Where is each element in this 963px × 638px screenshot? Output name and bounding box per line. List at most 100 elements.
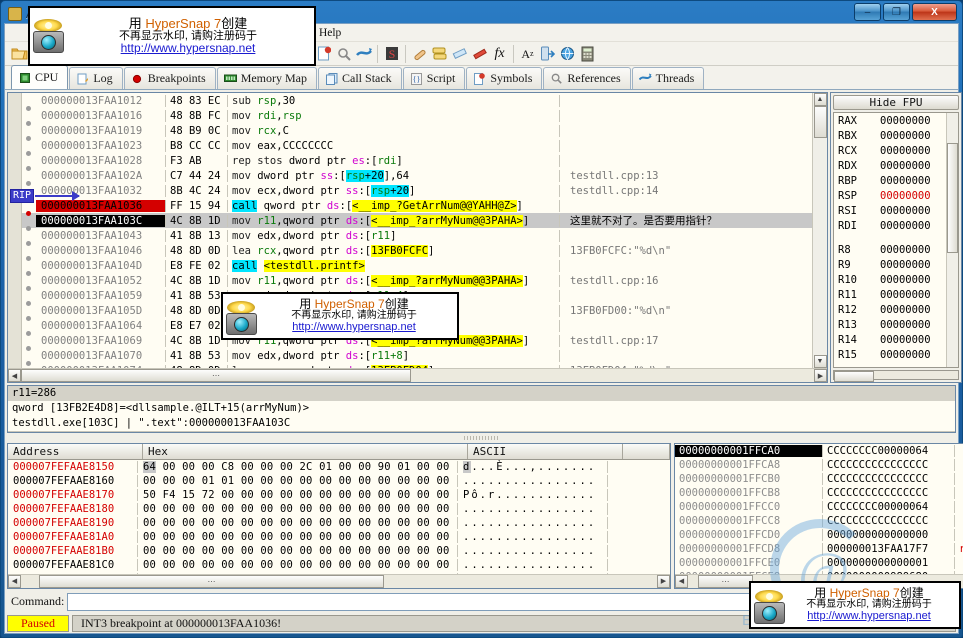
scroll-right-button[interactable]: ▶ [814,369,827,383]
register-row[interactable]: R14 00000000 [838,334,958,349]
stack-row[interactable]: 00000000001FFCB8 CCCCCCCCCCCCCCCC [675,486,963,500]
patch-icon[interactable] [410,44,429,63]
disassembly-row[interactable]: 000000013FAA1028 F3 AB rep stos dword ptr … [22,153,812,171]
dump-row[interactable]: 000007FEFAAE8160 00 00 00 01 01 00 00 00 … [8,474,670,488]
register-row[interactable]: RCX 00000000 [838,145,958,160]
register-row[interactable]: R15 00000000 [838,349,958,364]
scroll-left-button[interactable]: ◀ [675,574,688,588]
scroll-thumb[interactable] [813,106,827,139]
stack-row[interactable]: 00000000001FFCB0 CCCCCCCCCCCCCCCC [675,472,963,486]
stack-rows[interactable]: 00000000001FFCA0 CCCCCCCC00000064 00000000… [675,444,963,574]
registers-hscrollbar[interactable] [833,370,959,383]
bookmark-icon[interactable] [470,44,489,63]
register-row[interactable]: RDX 00000000 [838,160,958,175]
dump-row[interactable]: 000007FEFAAE81B0 00 00 00 00 00 00 00 00 … [8,544,670,558]
tab-memory-map[interactable]: Memory Map [216,67,318,90]
tab-log[interactable]: Log [69,67,123,90]
register-row[interactable]: R13 00000000 [838,319,958,334]
comment-icon[interactable] [430,44,449,63]
web-icon[interactable] [558,44,577,63]
references-icon[interactable] [334,44,353,63]
dump-row[interactable]: 000007FEFAAE81C0 00 00 00 00 00 00 00 00 … [8,558,670,572]
stack-row[interactable]: 00000000001FFCE80000000000989680 [675,570,963,574]
close-button[interactable]: X [912,3,957,21]
tab-references[interactable]: References [543,67,631,90]
dump-row[interactable]: 000007FEFAAE81A0 00 00 00 00 00 00 00 00 … [8,530,670,544]
register-row[interactable]: R8 00000000 [838,244,958,259]
stack-row[interactable]: 00000000001FFCC8 CCCCCCCCCCCCCCCC [675,514,963,528]
register-row[interactable]: R11 00000000 [838,289,958,304]
disassembly-row[interactable]: 000000013FAA10328B 4C 24 20mov ecx,dword… [22,183,812,201]
disassembly-row[interactable]: 000000013FAA1016 48 8B FC mov rdi,rsp [22,108,812,126]
dump-header-ascii[interactable]: ASCII [468,443,623,459]
menu-item-help[interactable]: Help [319,27,341,39]
scroll-up-button[interactable]: ▲ [813,93,827,107]
hscroll-thumb[interactable]: ⋯ [698,574,753,588]
tab-call-stack[interactable]: Call Stack [318,67,402,90]
open-folder-icon[interactable] [10,44,29,63]
dump-row[interactable]: 000007FEFAAE8170 50 F4 15 72 00 00 00 00 … [8,488,670,502]
hscroll-thumb[interactable]: ⋯ [21,369,411,383]
tab-symbols[interactable]: Symbols [466,67,543,90]
disassembly-vscrollbar[interactable]: ▲ ▼ [812,93,827,369]
maximize-button[interactable]: ❐ [883,3,910,21]
stack-row[interactable]: 00000000001FFCD0 0000000000000000 [675,528,963,542]
register-row[interactable]: RBX 00000000 [838,130,958,145]
register-row[interactable]: R10 00000000 [838,274,958,289]
stack-row[interactable]: 00000000001FFCC0 CCCCCCCC00000064 [675,500,963,514]
hscroll-thumb[interactable]: ⋯ [39,574,384,588]
dump-header-address[interactable]: Address [8,443,143,459]
disassembly-row[interactable]: 000000013FAA102AC7 44 24 20mov dword ptr… [22,168,812,186]
disassembly-row[interactable]: 000000013FAA1043 41 8B 13 mov edx,dword pt… [22,228,812,246]
register-row[interactable]: RDI 00000000 [838,220,958,235]
disassembly-row[interactable]: 000000013FAA1036FF 15 94 D4call qword pt… [22,198,812,216]
dump-rows[interactable]: 000007FEFAAE8150 64 00 00 00 C8 00 00 00 … [8,460,670,574]
dump-row[interactable]: 000007FEFAAE8180 00 00 00 00 00 00 00 00 … [8,502,670,516]
tab-threads[interactable]: Threads [631,67,705,90]
stack-row[interactable]: 00000000001FFCD8000000013FAA17F7 ret [675,542,963,556]
scylla-icon[interactable]: S [382,44,401,63]
register-row[interactable]: RBP 00000000 [838,175,958,190]
register-row[interactable]: RSP 00000000 [838,190,958,205]
register-row[interactable]: RSI 00000000 [838,205,958,220]
disassembly-row[interactable]: 000000013FAA101248 83 EC 30sub rsp,30 [22,93,812,111]
disassembly-row[interactable]: 000000013FAA104648 8D 0D AFlea rcx,qword… [22,243,812,261]
disassembly-row[interactable]: 000000013FAA107041 8B 53 08mov edx,dword… [22,348,812,366]
scroll-right-button[interactable]: ▶ [657,574,670,588]
disassembly-hscrollbar[interactable]: ◀ ⋯ ▶ [8,368,827,383]
stack-row[interactable]: 00000000001FFCA0 CCCCCCCC00000064 [675,444,963,458]
dump-hscrollbar[interactable]: ◀ ⋯ ▶ [8,573,670,588]
calculator-icon[interactable] [578,44,597,63]
panel-splitter[interactable] [5,433,958,443]
tab-cpu[interactable]: CPU [11,65,69,90]
registers-list[interactable]: RAX 00000000 RBX 00000000 RCX 00000000 RDX 0000… [833,112,959,369]
disassembly-row[interactable]: 000000013FAA1023B8 CC CC CCmov eax,CCCCC… [22,138,812,156]
threads-icon[interactable] [354,44,373,63]
minimize-button[interactable]: – [854,3,881,21]
disassembly-row[interactable]: 000000013FAA103C4C 8B 1D 99mov r11,qword… [22,213,812,231]
hscroll-track[interactable]: ⋯ [21,574,657,588]
scroll-left-button[interactable]: ◀ [8,574,21,588]
stack-row[interactable]: 00000000001FFCA8 CCCCCCCCCCCCCCCC [675,458,963,472]
dump-row[interactable]: 000007FEFAAE81D000 00 00 00 00 00 00 00 … [8,572,670,574]
disassembly-row[interactable]: 000000013FAA107448 8D 0D 89lea rcx,qword… [22,363,812,369]
symbols-icon[interactable] [314,44,333,63]
register-row[interactable]: RAX 00000000 [838,115,958,130]
tab-breakpoints[interactable]: Breakpoints [123,67,216,90]
registers-vscrollbar[interactable] [946,113,958,368]
hide-fpu-button[interactable]: Hide FPU [833,95,959,111]
assemble-icon[interactable]: Az [518,44,537,63]
dump-row[interactable]: 000007FEFAAE8190 00 00 00 00 00 00 00 00 … [8,516,670,530]
register-row[interactable]: R12 00000000 [838,304,958,319]
register-row[interactable]: R9 00000000 [838,259,958,274]
tab-script[interactable]: {} Script [402,67,466,90]
label-icon[interactable] [450,44,469,63]
disassembly-row[interactable]: 000000013FAA104DE8 FE 02 00call <testdll… [22,258,812,276]
disassembly-row[interactable]: 000000013FAA101948 B9 0C 00mov rcx,C [22,123,812,141]
dump-row[interactable]: 000007FEFAAE8150 64 00 00 00 C8 00 00 00 … [8,460,670,474]
hscroll-track[interactable]: ⋯ [21,369,814,383]
disassembly-row[interactable]: 000000013FAA10524C 8B 1D 7Fmov r11,qword… [22,273,812,291]
scroll-down-button[interactable]: ▼ [813,355,827,369]
dump-header-hex[interactable]: Hex [143,443,468,459]
scroll-left-button[interactable]: ◀ [8,369,21,383]
